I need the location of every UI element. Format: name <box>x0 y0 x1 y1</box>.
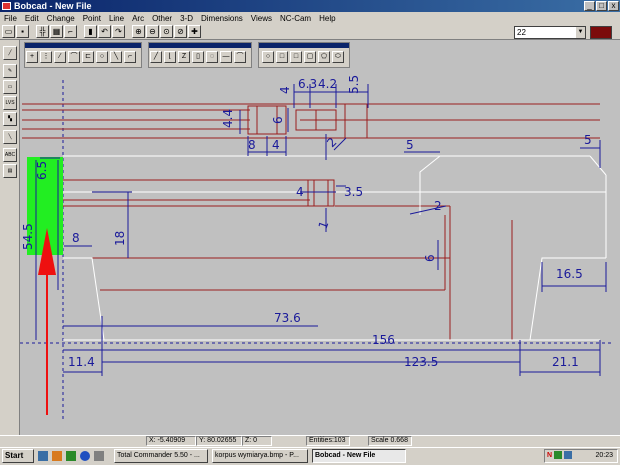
clock[interactable]: 20:23 <box>595 450 613 462</box>
quicklaunch-desktop-icon[interactable] <box>38 451 48 461</box>
dim-2-mid: 2 <box>434 199 442 213</box>
dim-8-mid: 8 <box>72 231 80 245</box>
dim-156: 156 <box>372 333 395 347</box>
status-x: X: -5.40909 <box>146 436 196 446</box>
quicklaunch-ie-icon[interactable] <box>80 451 90 461</box>
task-total-commander[interactable]: Total Commander 5.50 - ... <box>114 449 208 463</box>
dim-73-6: 73.6 <box>274 311 301 325</box>
dim-123-5: 123.5 <box>404 355 438 369</box>
dim-21-1: 21.1 <box>552 355 579 369</box>
dim-4-2: 4.2 <box>318 77 337 91</box>
dim-4-mid: 4 <box>296 185 304 199</box>
drawing-canvas[interactable]: 6.3 4.2 5.5 4 4.4 6 8 4 2 5 5 6.5 4 3.5 … <box>0 0 620 465</box>
dim-4-small: 4 <box>272 138 280 152</box>
start-button[interactable]: Start <box>2 449 34 463</box>
dim-6-right: 6 <box>423 254 437 262</box>
dim-5-mid: 5 <box>406 138 414 152</box>
status-scale: Scale 0.668 <box>368 436 412 446</box>
dimension-lines <box>35 84 607 376</box>
tray-volume-icon[interactable] <box>563 451 572 460</box>
task-bobcad[interactable]: Bobcad - New File <box>312 449 406 463</box>
dim-6-3: 6.3 <box>298 77 317 91</box>
dim-5-5: 5.5 <box>347 75 361 94</box>
dim-5-right: 5 <box>584 133 592 147</box>
dim-1: 1 <box>316 219 332 231</box>
dim-8-top: 8 <box>248 138 256 152</box>
dim-16-5: 16.5 <box>556 267 583 281</box>
task-paint[interactable]: korpus wymiarya.bmp - P... <box>212 449 308 463</box>
tray-network-icon[interactable] <box>554 451 563 460</box>
dim-11-4: 11.4 <box>68 355 95 369</box>
status-y: Y: 80.02655 <box>196 436 242 446</box>
tray-n-icon[interactable]: N <box>545 452 552 459</box>
status-entities: Entities:103 <box>306 436 350 446</box>
quicklaunch-browser-icon[interactable] <box>52 451 62 461</box>
dimension-labels: 6.3 4.2 5.5 4 4.4 6 8 4 2 5 5 6.5 4 3.5 … <box>21 75 592 369</box>
quicklaunch-mail-icon[interactable] <box>66 451 76 461</box>
dim-6-5: 6.5 <box>35 161 49 180</box>
outline-lines <box>22 103 600 341</box>
dim-2-top: 2 <box>324 135 339 150</box>
system-tray: N 20:23 <box>544 449 618 463</box>
dim-54-5: 54.5 <box>21 223 35 250</box>
dim-4-4: 4.4 <box>221 109 235 128</box>
taskbar <box>0 447 620 465</box>
dim-6-top: 6 <box>271 116 285 124</box>
quicklaunch-app-icon[interactable] <box>94 451 104 461</box>
status-z: Z: 0 <box>242 436 272 446</box>
dim-18: 18 <box>113 231 127 246</box>
dim-4-top: 4 <box>278 86 292 94</box>
dim-3-5: 3.5 <box>344 185 363 199</box>
start-label: Start <box>5 451 24 460</box>
